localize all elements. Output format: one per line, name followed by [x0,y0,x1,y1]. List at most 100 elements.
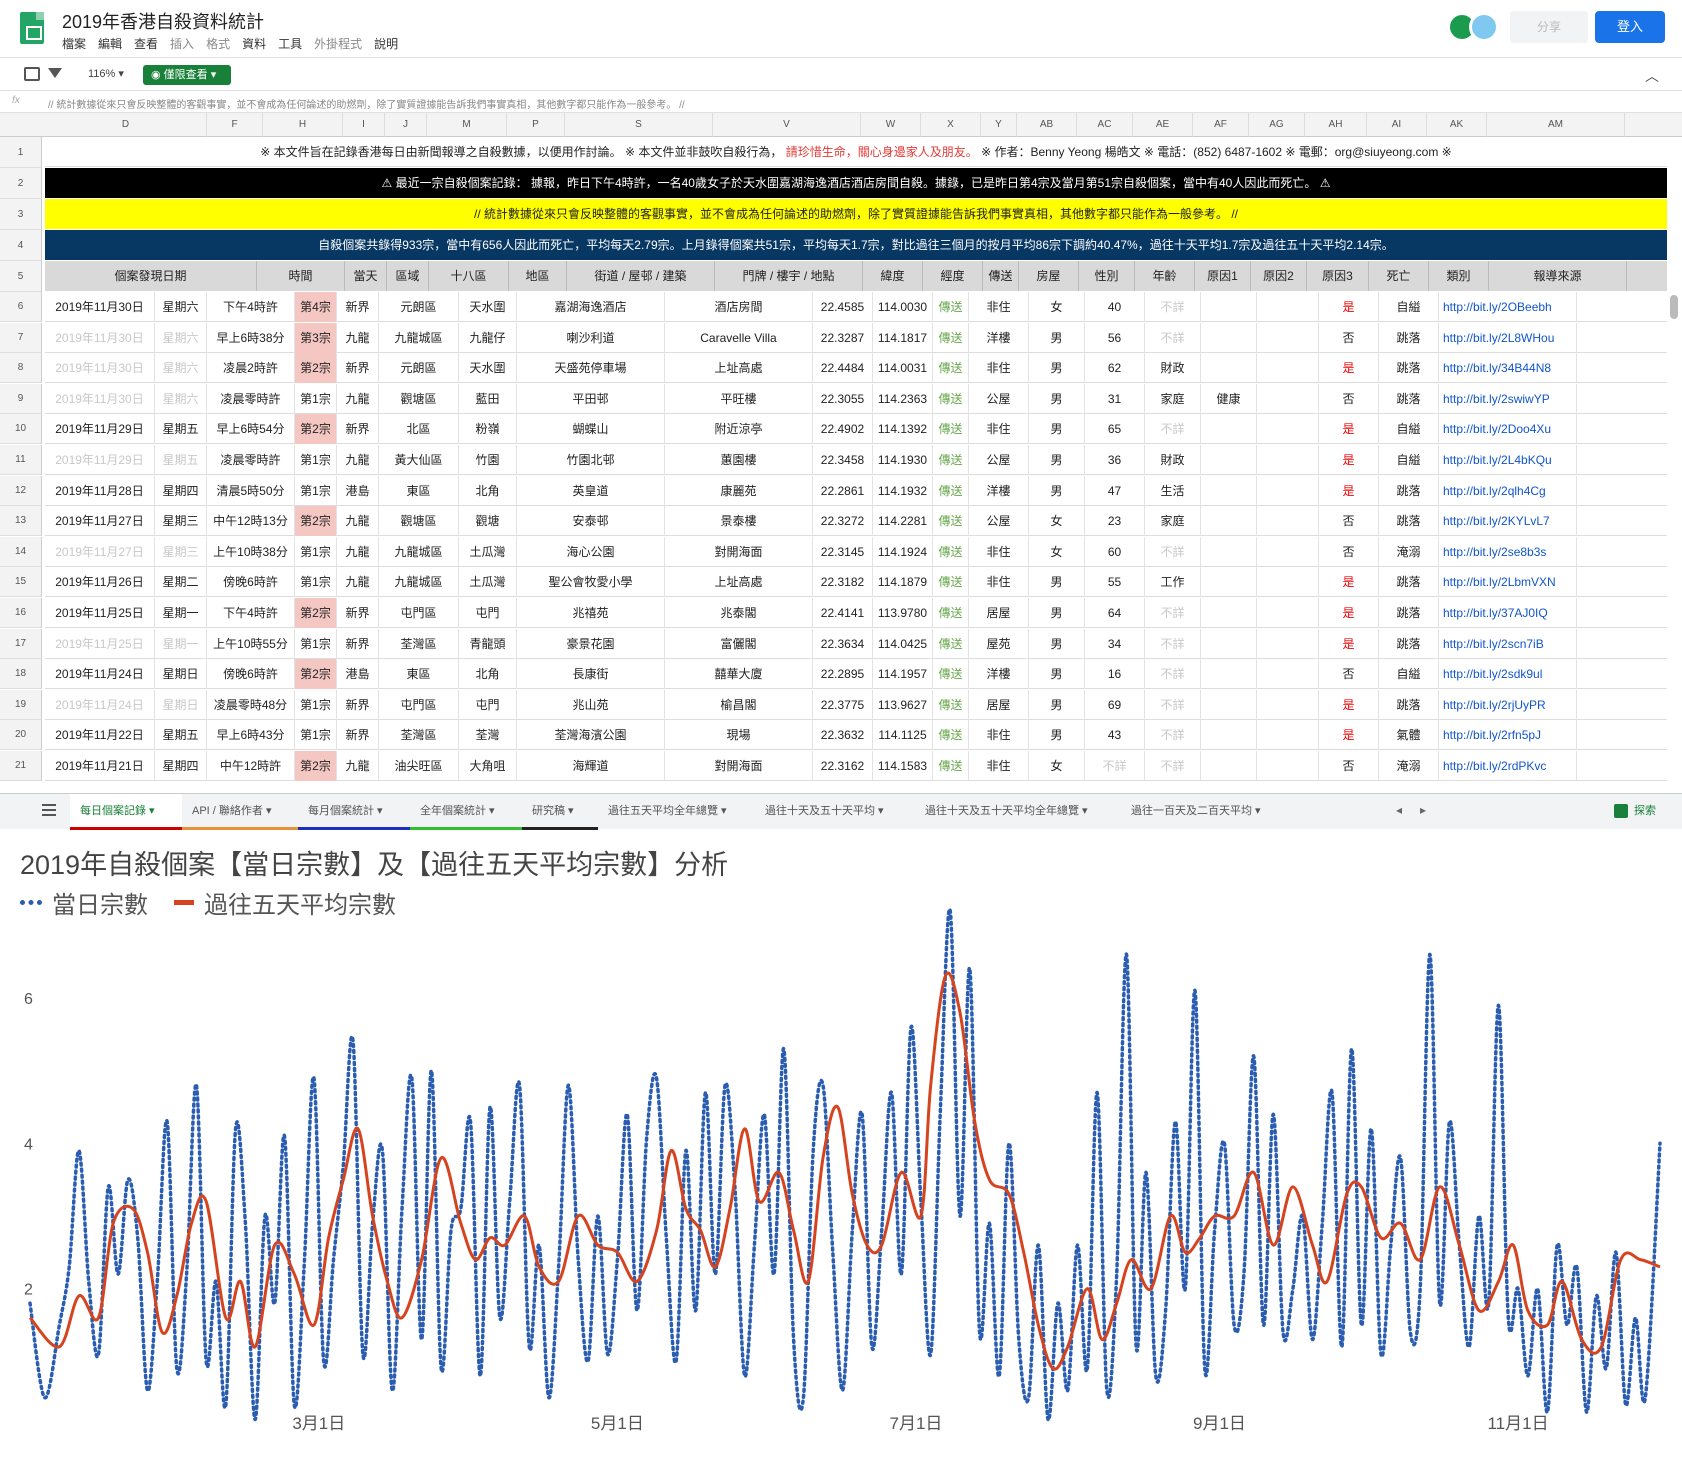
tab-scroll-right-icon[interactable]: ▸ [1420,803,1426,817]
header-cell[interactable]: 個案發現日期 [45,261,257,291]
sheet-tab[interactable]: 過往十天及五十天平均 ▾ [755,794,915,830]
print-icon[interactable] [24,67,40,81]
column-header[interactable]: F [207,113,263,137]
column-header[interactable]: AH [1305,113,1367,137]
table-cell-src[interactable]: http://bit.ly/2LbmVXN [1439,567,1577,598]
row-number[interactable]: 10 [0,414,42,445]
column-header[interactable]: S [565,113,713,137]
row-number[interactable]: 15 [0,567,42,598]
header-cell[interactable]: 緯度 [863,261,923,291]
sheet-tab[interactable]: 每月個案統計 ▾ [298,794,410,830]
row-number[interactable]: 20 [0,720,42,751]
view-only-button[interactable]: ◉ 僅限查看 ▾ [143,65,231,85]
header-cell[interactable]: 十八區 [429,261,509,291]
menu-item[interactable]: 說明 [374,35,398,52]
menu-item[interactable]: 檔案 [62,35,86,52]
row-number[interactable]: 6 [0,292,42,322]
row-number[interactable]: 13 [0,506,42,537]
row-number[interactable]: 3 [0,199,42,230]
header-cell[interactable]: 門牌 / 樓宇 / 地點 [715,261,863,291]
header-cell[interactable]: 年齡 [1135,261,1195,291]
header-cell[interactable]: 死亡 [1369,261,1429,291]
sheet-tab[interactable]: 過往一百天及二百天平均 ▾ [1121,794,1271,830]
chart-area[interactable]: 2 4 6 3月1日 5月1日 7月1日 9月1日 11月1日 2019年自殺個案【當日宗數】… [0,829,1682,1472]
column-header[interactable]: I [343,113,385,137]
header-cell[interactable]: 經度 [923,261,983,291]
row-number[interactable]: 2 [0,168,42,199]
tab-scroll-left-icon[interactable]: ◂ [1396,803,1402,817]
row-number[interactable]: 12 [0,475,42,506]
table-cell-src[interactable]: http://bit.ly/2se8b3s [1439,536,1577,567]
header-cell[interactable]: 原因3 [1307,261,1369,291]
all-sheets-icon[interactable] [42,804,56,816]
column-header[interactable]: AK [1427,113,1487,137]
column-header[interactable]: W [861,113,921,137]
formula-content[interactable]: // 統計數據從來只會反映整體的客觀事實，並不會成為任何論述的助燃劑，除了實質證… [48,96,685,111]
column-header[interactable]: AB [1017,113,1077,137]
table-cell-src[interactable]: http://bit.ly/2rdPKvc [1439,751,1577,781]
column-header[interactable]: M [427,113,507,137]
table-cell-src[interactable]: http://bit.ly/34B44N8 [1439,353,1577,384]
sheet-tab[interactable]: API / 聯絡作者 ▾ [182,794,298,830]
header-cell[interactable]: 街道 / 屋邨 / 建築 [567,261,715,291]
table-cell-src[interactable]: http://bit.ly/2qlh4Cg [1439,475,1577,506]
row-number[interactable]: 9 [0,383,42,414]
filter-icon[interactable] [48,68,62,78]
table-cell-src[interactable]: http://bit.ly/2sdk9ul [1439,659,1577,690]
row-number[interactable]: 16 [0,598,42,628]
table-cell-src[interactable]: http://bit.ly/2L4bKQu [1439,445,1577,475]
sheets-logo-icon[interactable] [20,12,44,44]
header-cell[interactable]: 房屋 [1019,261,1079,291]
document-title[interactable]: 2019年香港自殺資料統計 [62,8,264,34]
column-header[interactable]: AE [1133,113,1193,137]
header-cell[interactable]: 性別 [1079,261,1135,291]
menu-item[interactable]: 格式 [206,35,230,52]
table-cell-src[interactable]: http://bit.ly/2OBeebh [1439,292,1577,322]
menu-item[interactable]: 外掛程式 [314,35,362,52]
table-cell-src[interactable]: http://bit.ly/2L8WHou [1439,322,1577,353]
vertical-scrollbar[interactable] [1670,295,1678,319]
header-cell[interactable]: 原因2 [1251,261,1307,291]
sheet-tab[interactable]: 過往五天平均全年總覽 ▾ [598,794,755,830]
table-cell-src[interactable]: http://bit.ly/2rjUyPR [1439,689,1577,720]
table-cell-src[interactable]: http://bit.ly/2Doo4Xu [1439,414,1577,445]
column-header[interactable]: D [45,113,207,137]
row-number[interactable]: 17 [0,628,42,659]
table-cell-src[interactable]: http://bit.ly/2scn7iB [1439,628,1577,659]
banner-summary[interactable]: 自殺個案共錄得933宗，當中有656人因此而死亡，平均每天2.79宗。上月錄得個… [45,230,1667,260]
collapse-chevron-icon[interactable]: ︿ [1645,66,1659,86]
row-number[interactable]: 7 [0,322,42,353]
column-header[interactable]: P [507,113,565,137]
row-number[interactable]: 1 [0,137,42,168]
explore-button[interactable]: 探索 [1614,802,1656,819]
sheet-tab[interactable]: 研究稿 ▾ [522,794,598,830]
row-number[interactable]: 21 [0,751,42,781]
sheet-tab[interactable]: 每日個案記錄 ▾ [70,794,182,830]
share-button[interactable]: 分享 [1510,11,1588,43]
table-cell-src[interactable]: http://bit.ly/2KYLvL7 [1439,506,1577,537]
column-header[interactable]: AG [1249,113,1305,137]
header-cell[interactable]: 地區 [509,261,567,291]
column-header[interactable]: H [263,113,343,137]
column-header[interactable]: Y [981,113,1017,137]
table-cell-src[interactable]: http://bit.ly/37AJ0IQ [1439,598,1577,628]
column-header[interactable]: AI [1367,113,1427,137]
header-cell[interactable]: 原因1 [1195,261,1251,291]
menu-item[interactable]: 插入 [170,35,194,52]
menu-item[interactable]: 工具 [278,35,302,52]
column-header[interactable]: AM [1487,113,1625,137]
zoom-select[interactable]: 116% ▾ [88,67,124,80]
header-cell[interactable]: 報導來源 [1489,261,1627,291]
banner-statistics-note[interactable]: // 統計數據從來只會反映整體的客觀事實，並不會成為任何論述的助燃劑，除了實質證… [45,199,1667,229]
menu-item[interactable]: 資料 [242,35,266,52]
login-button[interactable]: 登入 [1595,11,1665,43]
header-cell[interactable]: 時間 [257,261,345,291]
sheet-tab[interactable]: 全年個案統計 ▾ [410,794,522,830]
column-header[interactable]: AF [1193,113,1249,137]
banner-latest-case[interactable]: ⚠ 最近一宗自殺個案記錄： 據報，昨日下午4時許，一名40歲女子於天水圍嘉湖海逸… [45,168,1667,198]
header-cell[interactable]: 類別 [1429,261,1489,291]
menu-item[interactable]: 編輯 [98,35,122,52]
header-cell[interactable]: 傳送 [983,261,1019,291]
table-cell-src[interactable]: http://bit.ly/2rfn5pJ [1439,720,1577,751]
column-header[interactable]: X [921,113,981,137]
